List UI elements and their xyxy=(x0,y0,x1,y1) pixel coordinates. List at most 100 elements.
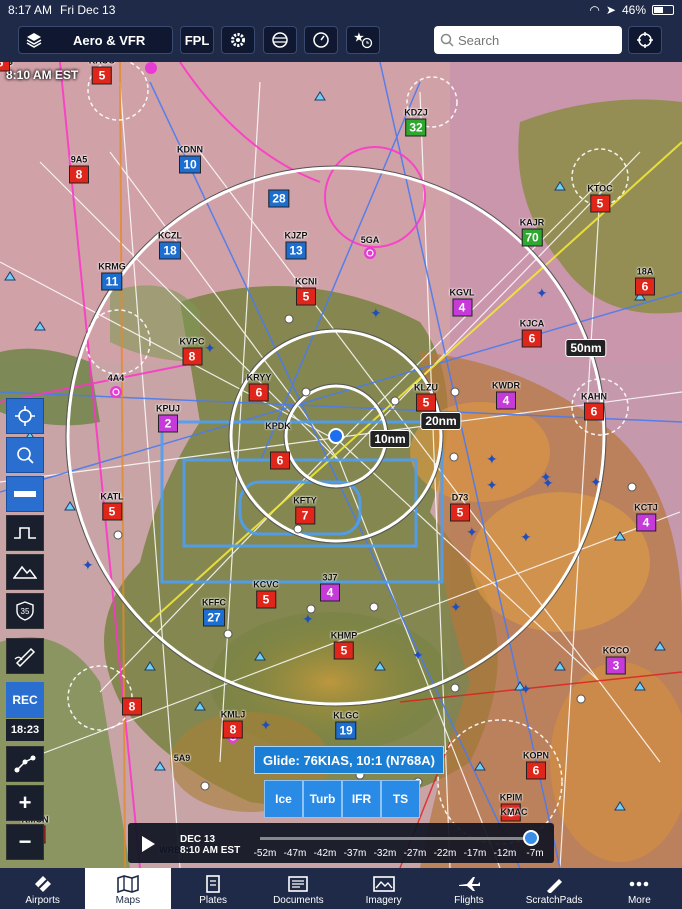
airport-marker[interactable]: 5GA xyxy=(361,235,380,245)
airport-marker[interactable]: KDZJ 32 xyxy=(404,108,428,137)
airport-marker[interactable]: KHMP 5 xyxy=(331,631,357,660)
airport-marker[interactable]: KDNN 10 xyxy=(177,145,203,174)
airport-marker[interactable]: KPUJ 2 xyxy=(156,404,180,433)
airport-marker[interactable]: KCTJ 4 xyxy=(634,503,658,532)
airport-marker[interactable]: KCVC 5 xyxy=(253,580,279,609)
airport-marker[interactable]: KRMG 11 xyxy=(98,262,126,291)
airport-weather-badge: 5 xyxy=(296,287,316,306)
profile-view-button[interactable] xyxy=(6,515,44,551)
airport-marker[interactable]: D73 5 xyxy=(450,493,470,522)
timeline-track[interactable] xyxy=(260,837,532,840)
tab-plates[interactable]: Plates xyxy=(171,868,256,909)
airport-marker[interactable]: KATL 5 xyxy=(100,492,124,521)
airport-marker[interactable]: 18A 6 xyxy=(635,267,655,296)
more-icon xyxy=(630,881,649,887)
airport-marker[interactable]: KJZP 13 xyxy=(284,231,308,260)
svg-text:✦: ✦ xyxy=(520,682,532,698)
tab-maps[interactable]: Maps xyxy=(85,868,171,909)
airport-marker[interactable]: KLGC 19 xyxy=(333,711,359,740)
airport-marker[interactable]: 5A9 xyxy=(174,753,191,763)
tab-airports[interactable]: Airports xyxy=(0,868,85,909)
terrain-button[interactable] xyxy=(6,554,44,590)
airport-weather-badge: 10 xyxy=(179,155,201,174)
tab-more[interactable]: More xyxy=(597,868,682,909)
zoom-in-button[interactable]: + xyxy=(6,785,44,821)
ruler-button[interactable] xyxy=(6,476,44,512)
svg-text:✦: ✦ xyxy=(82,558,94,574)
turb-button[interactable]: Turb xyxy=(303,780,342,818)
airport-marker[interactable]: KOPN 6 xyxy=(523,751,549,780)
airport-weather-badge: 5 xyxy=(0,62,10,72)
airport-marker[interactable]: KCZL 18 xyxy=(158,231,182,260)
bottom-tab-bar: Airports Maps Plates Documents Imagery F… xyxy=(0,868,682,909)
airport-marker[interactable]: 9A5 8 xyxy=(69,155,89,184)
record-button[interactable]: REC xyxy=(6,682,44,718)
svg-text:✦: ✦ xyxy=(536,286,548,302)
layer-selector-button[interactable]: Aero & VFR xyxy=(18,26,173,54)
tab-scratchpads[interactable]: ScratchPads xyxy=(512,868,597,909)
zoom-out-button[interactable]: − xyxy=(6,824,44,860)
airport-marker[interactable]: KGVL 4 xyxy=(449,288,475,317)
gear-icon xyxy=(231,33,245,47)
glide-info-box[interactable]: Glide: 76KIAS, 10:1 (N768A) xyxy=(254,746,444,774)
airport-marker[interactable]: 28 xyxy=(268,189,290,208)
svg-text:✦: ✦ xyxy=(542,476,554,492)
ice-button[interactable]: Ice xyxy=(264,780,303,818)
settings-button[interactable] xyxy=(221,26,255,54)
map-time-label: 8:10 AM EST xyxy=(6,68,79,82)
tab-label: Plates xyxy=(199,895,228,906)
route-icon xyxy=(14,755,36,773)
search-input[interactable] xyxy=(458,32,608,48)
airport-marker[interactable]: KFTY 7 xyxy=(293,496,317,525)
airport-code: KJCA xyxy=(519,318,545,329)
timeline-slider-knob[interactable] xyxy=(523,830,539,846)
airport-marker[interactable]: 4A4 xyxy=(108,373,125,383)
airport-marker[interactable]: KMLJ 8 xyxy=(221,710,245,739)
track-up-button[interactable] xyxy=(628,26,662,54)
airport-marker[interactable]: KCNI 5 xyxy=(295,277,317,306)
airport-marker[interactable]: KPDK xyxy=(265,421,291,431)
instruments-button[interactable] xyxy=(304,26,338,54)
map-view[interactable]: ✦ ✦ ✦ ✦ ✦ ✦ ✦ ✦ ✦ ✦ ✦ ✦ ✦ ✦ ✦ ✦ 8:10 AM EST 50nm 20n… xyxy=(0,62,682,868)
airport-marker[interactable]: 6 xyxy=(270,451,290,470)
search-field[interactable] xyxy=(434,26,622,54)
airport-marker[interactable]: KLZU 5 xyxy=(414,383,438,412)
airport-marker[interactable]: KVPC 8 xyxy=(179,337,205,366)
tab-label: Maps xyxy=(115,895,141,906)
play-button[interactable] xyxy=(134,831,160,857)
airport-marker[interactable]: KCCO 3 xyxy=(603,646,629,675)
svg-text:✦: ✦ xyxy=(466,525,478,541)
route-button[interactable] xyxy=(6,746,44,782)
airport-marker[interactable]: 5 xyxy=(0,62,10,72)
airport-marker[interactable]: KWDR 4 xyxy=(492,381,520,410)
airport-marker[interactable]: KAJR 70 xyxy=(520,218,544,247)
airport-code: KFTY xyxy=(293,495,317,506)
airport-marker[interactable]: KMAC xyxy=(501,807,528,817)
tab-imagery[interactable]: Imagery xyxy=(341,868,426,909)
airport-marker[interactable]: KAUO5 xyxy=(89,62,115,85)
recents-button[interactable]: ★ xyxy=(346,26,380,54)
airport-weather-badge: 6 xyxy=(248,383,269,402)
tab-flights[interactable]: Flights xyxy=(426,868,511,909)
airport-marker[interactable]: 8 xyxy=(122,697,142,716)
zoom-to-area-button[interactable] xyxy=(6,437,44,473)
airport-marker[interactable]: KTOC 5 xyxy=(587,184,613,213)
airport-code: KAHN xyxy=(581,391,607,402)
fpl-button[interactable]: FPL xyxy=(180,26,214,54)
airport-marker[interactable]: 3J7 4 xyxy=(320,573,340,602)
airport-marker[interactable]: KFFC 27 xyxy=(202,598,226,627)
map-layers-button[interactable] xyxy=(263,26,297,54)
airport-weather-badge: 5 xyxy=(416,393,436,412)
airport-code: 5A9 xyxy=(173,753,191,763)
tab-documents[interactable]: Documents xyxy=(256,868,341,909)
altitude-button[interactable]: 35 xyxy=(6,593,44,629)
airport-marker[interactable]: KAHN 6 xyxy=(581,392,607,421)
document-icon xyxy=(288,876,309,892)
draw-button[interactable] xyxy=(6,638,44,674)
airport-marker[interactable]: KRYY 6 xyxy=(247,373,271,402)
tab-label: Airports xyxy=(25,895,60,906)
ts-button[interactable]: TS xyxy=(381,780,420,818)
ifr-button[interactable]: IFR xyxy=(342,780,381,818)
airport-marker[interactable]: KJCA 6 xyxy=(519,318,545,348)
center-on-ownship-button[interactable] xyxy=(6,398,44,434)
